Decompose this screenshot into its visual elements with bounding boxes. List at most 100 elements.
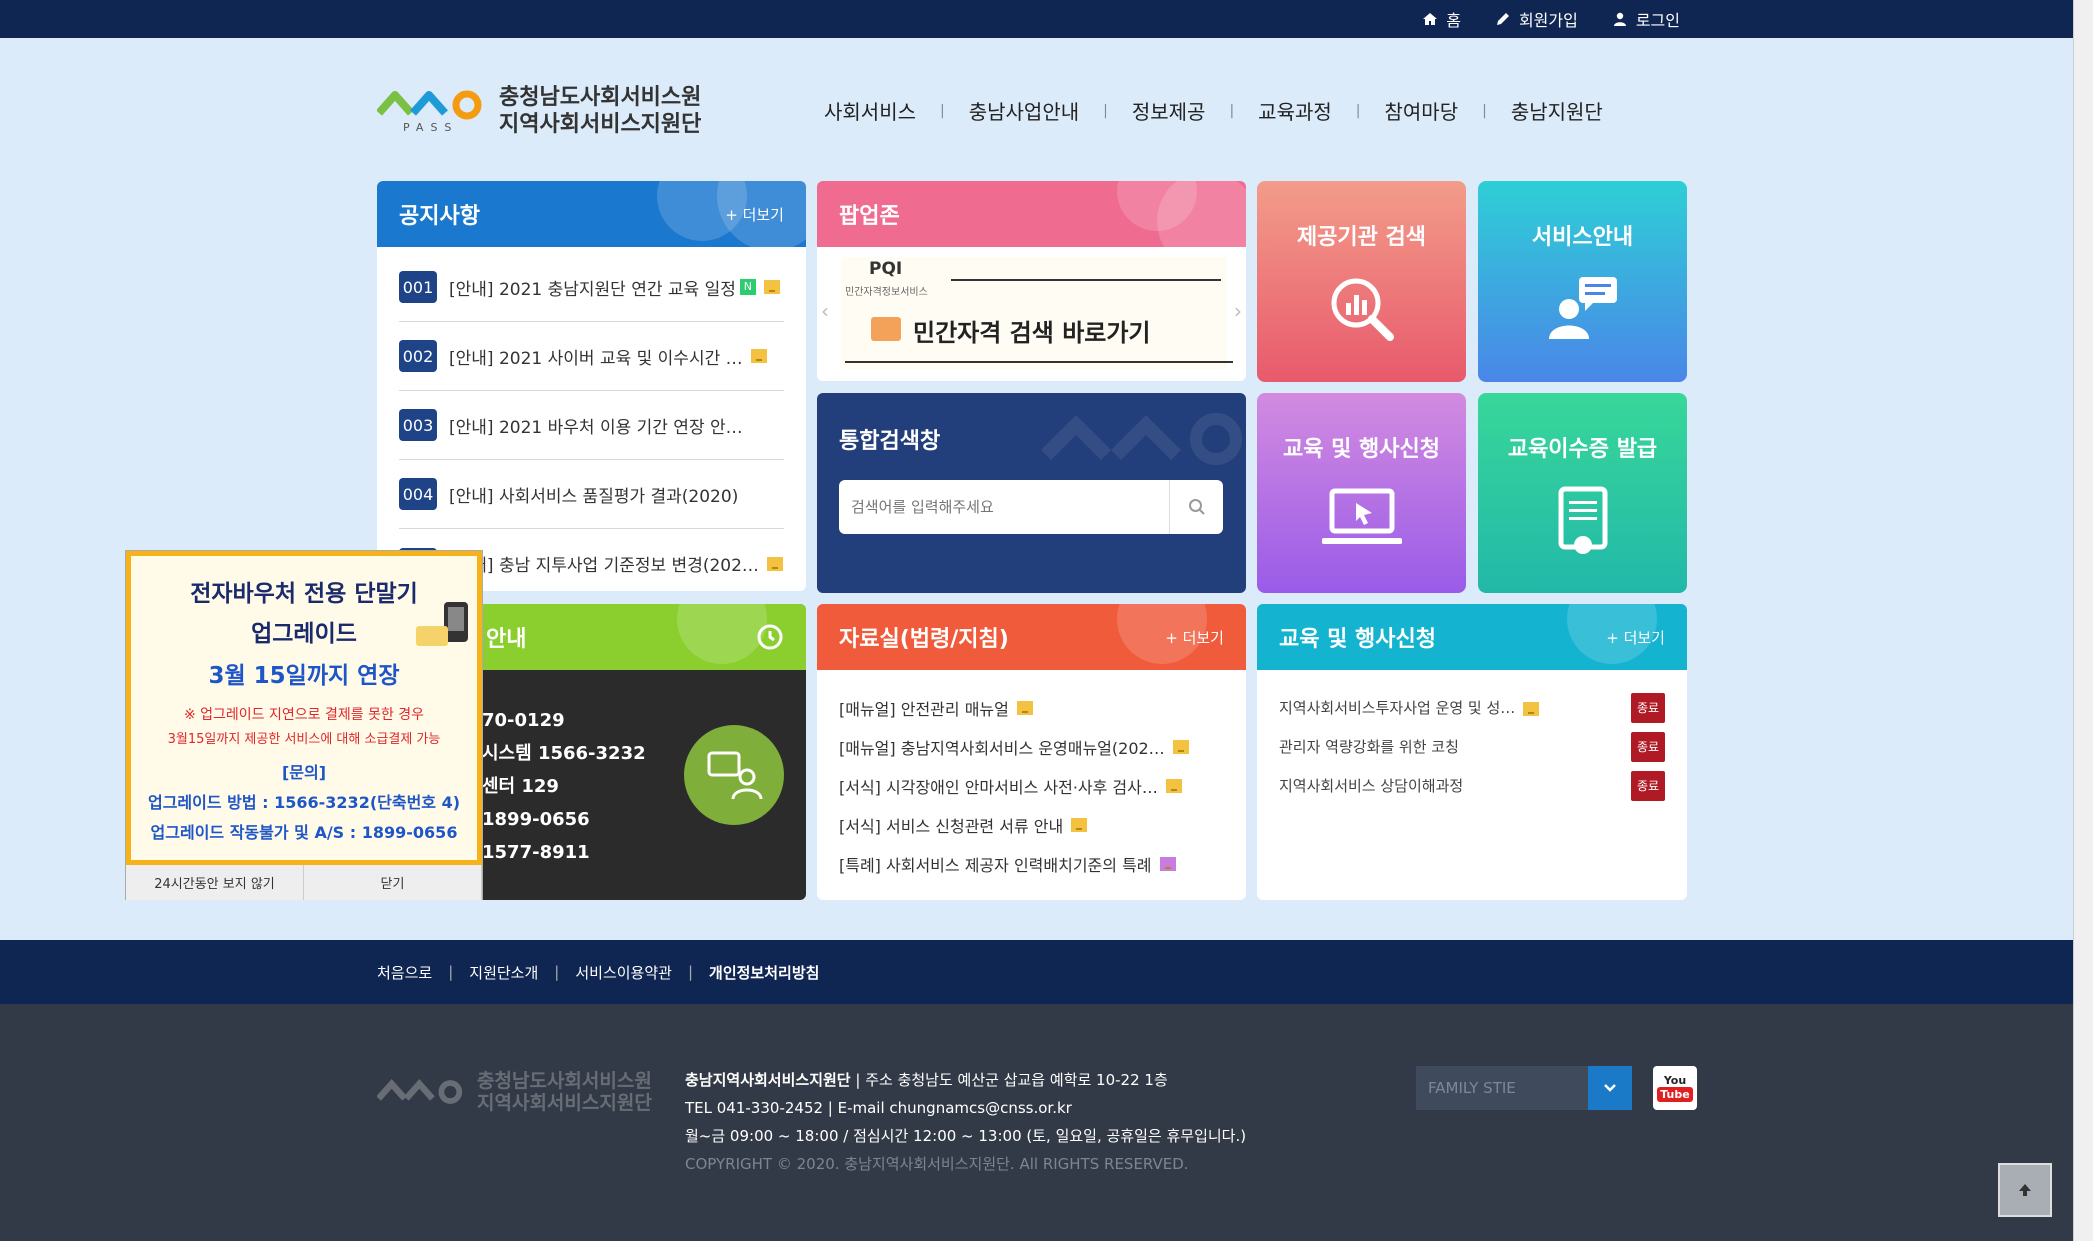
- contact-line: 70-0129: [482, 710, 565, 731]
- doc-item-title: [서식] 서비스 신청관련 서류 안내: [839, 816, 1064, 836]
- pencil-icon: [1496, 13, 1509, 25]
- doc-item-title: [특례] 사회서비스 제공자 인력배치기준의 특례: [839, 855, 1152, 875]
- footer-address: | 주소 충청남도 예산군 삽교읍 예학로 10-22 1층: [850, 1071, 1168, 1089]
- attachment-icon: [1165, 778, 1182, 793]
- footer-link-home[interactable]: 처음으로: [377, 962, 432, 983]
- footer-link-about[interactable]: 지원단소개: [469, 962, 538, 983]
- cert-issue-tile[interactable]: 교육이수증 발급: [1478, 393, 1687, 593]
- notice-more-link[interactable]: + 더보기: [725, 204, 784, 225]
- search-button[interactable]: [1169, 480, 1223, 534]
- footer-link-terms[interactable]: 서비스이용약관: [575, 962, 672, 983]
- link-icon: [1159, 856, 1176, 871]
- prev-arrow-icon[interactable]: ‹: [821, 299, 829, 323]
- nav-social-service[interactable]: 사회서비스: [800, 96, 940, 125]
- notice-popup: 전자바우처 전용 단말기 업그레이드 3월 15일까지 연장 ※ 업그레이드 지…: [125, 550, 483, 900]
- doc-item[interactable]: [서식] 시각장애인 안마서비스 사전·사후 검사…: [839, 766, 1224, 805]
- popup-zone-title: 팝업존: [839, 204, 900, 229]
- doc-item-title: [매뉴얼] 충남지역사회서비스 운영매뉴얼(202…: [839, 738, 1165, 758]
- edu-header: 교육 및 행사신청 + 더보기: [1257, 604, 1687, 670]
- family-site-select[interactable]: FAMILY STIE: [1416, 1066, 1632, 1110]
- edu-item[interactable]: 관리자 역량강화를 위한 코칭 종료: [1279, 727, 1665, 766]
- nav-participation[interactable]: 참여마당: [1361, 96, 1483, 125]
- popup-zone-header: 팝업존: [817, 181, 1246, 247]
- service-info-tile[interactable]: 서비스안내: [1478, 181, 1687, 382]
- edu-apply-tile[interactable]: 교육 및 행사신청: [1257, 393, 1466, 593]
- edu-title: 교육 및 행사신청: [1279, 627, 1436, 652]
- banner-text: 민간자격 검색 바로가기: [913, 319, 1151, 347]
- attachment-icon: [750, 349, 767, 363]
- notice-item[interactable]: 001 [안내] 2021 충남지원단 연간 교육 일정 N: [399, 253, 784, 322]
- home-icon: [1423, 13, 1438, 25]
- banner-divider: [845, 361, 1233, 363]
- footer-hours: 월~금 09:00 ~ 18:00 / 점심시간 12:00 ~ 13:00 (…: [685, 1127, 1247, 1145]
- close-popup-button[interactable]: 닫기: [304, 865, 482, 900]
- chevron-down-icon[interactable]: [1588, 1066, 1632, 1110]
- notice-item[interactable]: 002 [안내] 2021 사이버 교육 및 이수시간 …: [399, 322, 784, 391]
- contact-line: 1577-8911: [482, 842, 590, 863]
- nav-info[interactable]: 정보제공: [1108, 96, 1230, 125]
- popup-zone-banner[interactable]: ‹ › PQI 민간자격정보서비스 민간자격 검색 바로가기: [817, 247, 1246, 381]
- search-title: 통합검색창: [839, 429, 941, 454]
- certificate-icon: [1558, 486, 1607, 554]
- provider-search-tile[interactable]: 제공기관 검색: [1257, 181, 1466, 382]
- family-site-label: FAMILY STIE: [1428, 1079, 1516, 1097]
- doc-item[interactable]: [서식] 서비스 신청관련 서류 안내: [839, 805, 1224, 844]
- site-logo[interactable]: PASS 충청남도사회서비스원 지역사회서비스지원단: [376, 84, 702, 138]
- status-badge: 종료: [1631, 770, 1665, 801]
- edu-item-title: 관리자 역량강화를 위한 코칭: [1279, 738, 1459, 756]
- home-link[interactable]: 홈: [1422, 7, 1461, 31]
- search-input[interactable]: [839, 481, 1169, 533]
- notice-number: 003: [399, 409, 437, 441]
- search-form: [839, 480, 1223, 534]
- consult-icon: [684, 725, 784, 825]
- youtube-text-1: You: [1663, 1073, 1687, 1087]
- popup-footer: 24시간동안 보지 않기 닫기: [126, 865, 482, 900]
- notice-item-title: [안내] 사회서비스 품질평가 결과(2020): [449, 486, 739, 507]
- notice-number: 004: [399, 478, 437, 510]
- nav-education[interactable]: 교육과정: [1234, 96, 1356, 125]
- edu-item-title: 지역사회서비스투자사업 운영 및 성…: [1279, 699, 1516, 717]
- edu-apply-label: 교육 및 행사신청: [1283, 437, 1440, 462]
- logo-line1: 충청남도사회서비스원: [499, 85, 702, 110]
- footer-nav: 처음으로 | 지원단소개 | 서비스이용약관 | 개인정보처리방침: [0, 940, 2073, 1004]
- edu-item-title: 지역사회서비스 상담이해과정: [1279, 777, 1464, 795]
- nav-center[interactable]: 충남지원단: [1487, 96, 1627, 125]
- notice-item[interactable]: 003 [안내] 2021 바우처 이용 기간 연장 안…: [399, 391, 784, 460]
- notice-header: 공지사항 + 더보기: [377, 181, 806, 247]
- notice-item-title: [안내] 충남 지투사업 기준정보 변경(202…: [449, 556, 759, 576]
- next-arrow-icon[interactable]: ›: [1234, 299, 1242, 323]
- notice-item[interactable]: 004 [안내] 사회서비스 품질평가 결과(2020): [399, 460, 784, 529]
- watermark-logo-icon: [1041, 413, 1242, 465]
- scrollbar[interactable]: [2073, 0, 2093, 1241]
- attachment-icon: [1016, 700, 1033, 715]
- edu-item[interactable]: 지역사회서비스 상담이해과정 종료: [1279, 766, 1665, 805]
- edu-item[interactable]: 지역사회서비스투자사업 운영 및 성… 종료: [1279, 688, 1665, 727]
- login-link[interactable]: 로그인: [1612, 7, 1680, 31]
- signup-link-label: 회원가입: [1518, 11, 1578, 30]
- edu-more-link[interactable]: + 더보기: [1606, 627, 1665, 648]
- hide-24h-button[interactable]: 24시간동안 보지 않기: [126, 865, 304, 900]
- signup-link[interactable]: 회원가입: [1495, 7, 1578, 31]
- scroll-to-top-button[interactable]: [1998, 1163, 2052, 1217]
- youtube-icon[interactable]: You Tube: [1653, 1066, 1697, 1110]
- contact-title: 안내: [486, 627, 527, 652]
- nav-business[interactable]: 충남사업안내: [945, 96, 1103, 125]
- docs-title: 자료실(법령/지침): [839, 627, 1009, 652]
- card-terminal-icon: [416, 602, 468, 646]
- doc-item[interactable]: [매뉴얼] 안전관리 매뉴얼: [839, 688, 1224, 727]
- logo-line2: 지역사회서비스지원단: [499, 112, 702, 137]
- doc-item-title: [서식] 시각장애인 안마서비스 사전·사후 검사…: [839, 777, 1158, 797]
- footer-org: 충남지역사회서비스지원단: [685, 1071, 851, 1089]
- docs-more-link[interactable]: + 더보기: [1165, 627, 1224, 648]
- home-link-label: 홈: [1446, 11, 1461, 30]
- popup-content[interactable]: 전자바우처 전용 단말기 업그레이드 3월 15일까지 연장 ※ 업그레이드 지…: [126, 551, 482, 865]
- notice-item-title: [안내] 2021 충남지원단 연간 교육 일정: [449, 279, 736, 300]
- popup-zone-panel: 팝업존 ‹ › PQI 민간자격정보서비스 민간자격 검색 바로가기: [817, 181, 1246, 381]
- doc-item[interactable]: [매뉴얼] 충남지역사회서비스 운영매뉴얼(202…: [839, 727, 1224, 766]
- footer-link-privacy[interactable]: 개인정보처리방침: [709, 962, 819, 983]
- banner-divider: [951, 279, 1221, 281]
- doc-item[interactable]: [특례] 사회서비스 제공자 인력배치기준의 특례: [839, 844, 1224, 883]
- footer-logo-icon: [377, 1078, 463, 1104]
- new-badge: N: [739, 279, 756, 295]
- provider-search-label: 제공기관 검색: [1296, 225, 1427, 250]
